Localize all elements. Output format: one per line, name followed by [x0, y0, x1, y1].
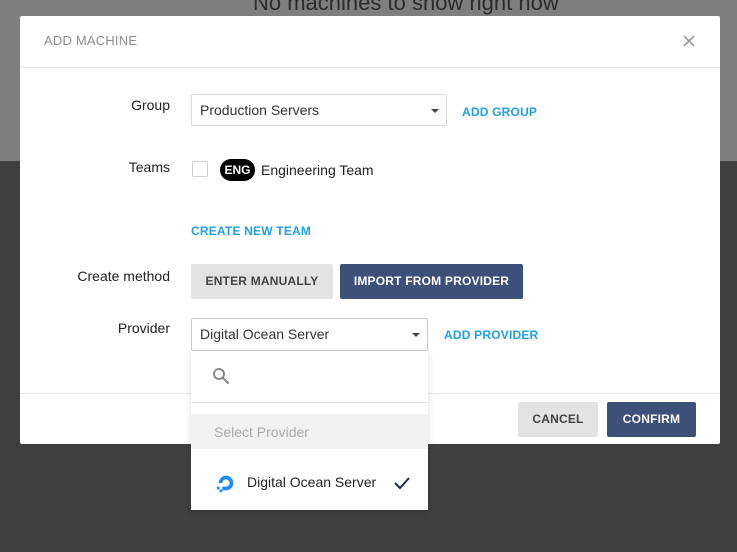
team-badge: ENG	[220, 159, 255, 181]
modal-title: ADD MACHINE	[44, 33, 138, 48]
dropdown-option-label: Digital Ocean Server	[247, 474, 377, 490]
teams-label: Teams	[128, 159, 170, 175]
provider-select-value: Digital Ocean Server	[200, 326, 330, 342]
confirm-button[interactable]: CONFIRM	[607, 402, 696, 437]
dropdown-placeholder-option[interactable]: Select Provider	[191, 414, 428, 449]
add-provider-link[interactable]: ADD PROVIDER	[444, 328, 538, 342]
provider-label: Provider	[117, 320, 170, 336]
dropdown-search	[191, 351, 428, 403]
check-icon	[394, 477, 410, 490]
chevron-down-icon	[431, 109, 439, 113]
team-checkbox[interactable]	[192, 161, 208, 177]
cancel-button[interactable]: CANCEL	[518, 402, 598, 437]
close-icon[interactable]	[680, 32, 698, 50]
team-name: Engineering Team	[261, 162, 374, 178]
add-group-link[interactable]: ADD GROUP	[462, 105, 537, 119]
create-new-team-link[interactable]: CREATE NEW TEAM	[191, 224, 311, 238]
provider-dropdown-menu: Select Provider Digital Ocean Server	[191, 351, 428, 510]
placeholder-option-label: Select Provider	[214, 424, 309, 440]
digitalocean-logo	[216, 475, 234, 493]
group-select[interactable]: Production Servers	[191, 94, 447, 126]
enter-manually-button[interactable]: ENTER MANUALLY	[191, 264, 333, 299]
modal-header: ADD MACHINE	[20, 16, 720, 68]
search-icon	[213, 368, 230, 385]
create-method-label: Create method	[77, 268, 170, 284]
dropdown-option-digital-ocean[interactable]: Digital Ocean Server	[191, 464, 428, 502]
group-label: Group	[131, 97, 170, 113]
group-select-value: Production Servers	[200, 102, 320, 118]
provider-search-input[interactable]	[241, 363, 415, 391]
import-from-provider-button[interactable]: IMPORT FROM PROVIDER	[340, 264, 523, 299]
provider-select[interactable]: Digital Ocean Server	[191, 318, 428, 351]
chevron-down-icon	[412, 333, 420, 337]
